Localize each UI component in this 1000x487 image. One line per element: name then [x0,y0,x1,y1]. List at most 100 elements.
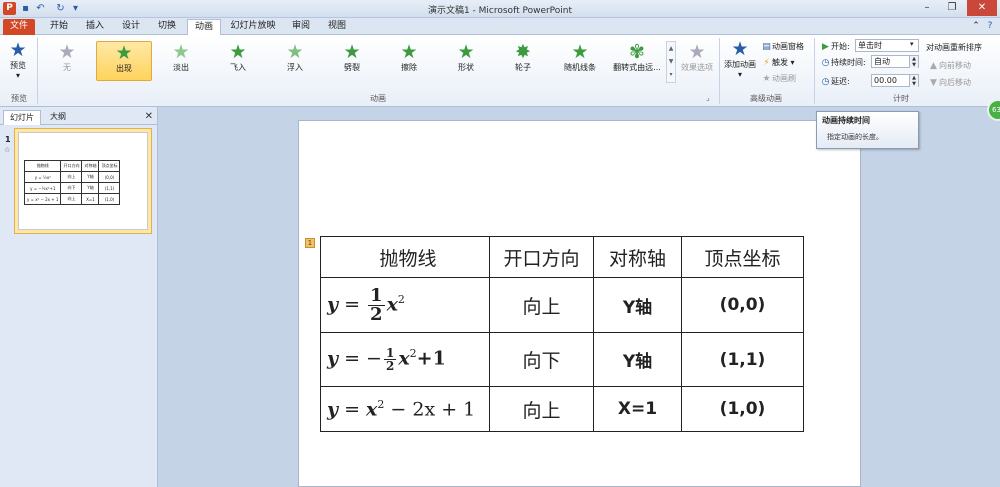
reorder-title: 对动画重新排序 [926,43,982,52]
tab-home[interactable]: 开始 [44,19,74,35]
title-bar: P ▪ ↶ ↻ ▾ 演示文稿1 - Microsoft PowerPoint –… [0,0,1000,18]
duration-label: ◷ 持续时间: [821,58,866,68]
axis-cell: X=1 [593,386,682,432]
equation-cell: y = −1 2 x2+1 [320,332,490,387]
animation-shape[interactable]: ★ 形状 [443,41,489,81]
slide-number: 1 [5,135,11,144]
animation-wipe[interactable]: ★ 擦除 [386,41,432,81]
direction-cell: 向下 [489,332,594,387]
maximize-button[interactable]: ❐ [940,0,964,16]
move-earlier-button[interactable]: ▲ 向前移动 [928,60,971,71]
table-row: y = −1 2 x2+1 向下 Y轴 (1,1) [320,332,804,387]
ribbon-collapse-icon[interactable]: ⌃ [970,19,982,35]
gallery-scroll[interactable]: ▲ ▼ ▾ [666,41,676,83]
tab-slideshow[interactable]: 幻灯片放映 [226,19,280,35]
arrow-up-icon: ▲ [930,61,937,71]
window-title: 演示文稿1 - Microsoft PowerPoint [427,6,573,16]
star-icon: ★ [343,41,361,63]
vertex-cell: (1,1) [681,332,804,387]
header-axis: 对称轴 [593,236,682,278]
vertex-cell: (1,0) [681,386,804,432]
header-parabola: 抛物线 [320,236,490,278]
star-icon: ★ [172,41,190,63]
effect-options-icon: ★ [688,41,706,63]
chevron-down-icon[interactable]: ▾ [910,40,914,48]
tab-transitions[interactable]: 切换 [152,19,182,35]
trigger-button[interactable]: ⚡ 触发 ▾ [761,57,794,68]
star-icon: ✾ [629,41,645,63]
equation-cell: y = x2 − 2x + 1 [320,386,490,432]
clock-icon: ◷ [821,58,830,68]
animation-split[interactable]: ★ 劈裂 [329,41,375,81]
star-icon: ★ [58,41,76,63]
group-separator [814,38,815,104]
axis-cell: Y轴 [593,332,682,387]
panel-tabs: 幻灯片 大纲 ✕ [0,109,158,125]
delay-label: ◷ 延迟: [821,77,850,87]
arrow-down-icon: ▼ [930,78,937,88]
close-panel-icon[interactable]: ✕ [145,111,153,122]
ribbon: ★ 预览 ▾ 预览 ★ 无 ★ 出现 ★ 淡出 ★ 飞入 ★ 浮入 ★ 劈裂 ★… [0,35,1000,107]
move-later-button[interactable]: ▼ 向后移动 [928,77,971,88]
start-label: ▶ 开始: [820,41,850,52]
dialog-launcher-icon[interactable]: ⌟ [706,93,710,102]
tab-animations[interactable]: 动画 [187,19,221,35]
clock-icon: ◷ [821,77,830,87]
effect-options-button[interactable]: ★ 效果选项 [677,41,717,81]
slide-thumbnail[interactable]: 抛物线 开口方向 对称轴 顶点坐标 y = ½x² 向上 Y轴 (0,0) y = −½x²… [14,128,152,234]
animation-pane-button[interactable]: ▤动画窗格 [761,41,804,52]
animation-order-tag[interactable]: 1 [305,238,315,248]
delay-spin-down[interactable]: ▼ [909,81,918,87]
vertex-cell: (0,0) [681,277,804,333]
group-label-preview: 预览 [11,94,27,103]
add-animation-icon: ★ [731,38,749,60]
animation-fade[interactable]: ★ 淡出 [158,41,204,81]
play-icon: ▶ [822,42,829,52]
animation-grow-turn[interactable]: ✾ 翻转式由远... [609,41,665,81]
direction-cell: 向上 [489,277,594,333]
chevron-down-icon: ▾ [15,71,20,80]
add-animation-button[interactable]: ★ 添加动画 ▾ [721,38,759,79]
preview-button[interactable]: ★ 预览 ▾ [2,39,34,80]
close-window-button[interactable]: ✕ [967,0,997,16]
duration-spin-down[interactable]: ▼ [909,62,918,68]
thumbnail-table: 抛物线 开口方向 对称轴 顶点坐标 y = ½x² 向上 Y轴 (0,0) y = −½x²… [23,160,121,205]
lightning-icon: ⚡ [763,58,770,68]
animation-fly-in[interactable]: ★ 飞入 [215,41,261,81]
star-icon: ★ [571,41,589,63]
parabola-table[interactable]: 抛物线 开口方向 对称轴 顶点坐标 y = 1 2 x2 向上 Y轴 (0,0) y… [320,236,804,432]
animation-painter-button[interactable]: ★动画刷 [761,73,796,84]
group-separator [719,38,720,104]
animation-none[interactable]: ★ 无 [44,41,90,81]
pane-icon: ▤ [762,42,771,52]
direction-cell: 向上 [489,386,594,432]
group-label-timing: 计时 [893,94,909,103]
animation-wheel[interactable]: ✸ 轮子 [500,41,546,81]
tab-design[interactable]: 设计 [116,19,146,35]
tab-view[interactable]: 视图 [322,19,352,35]
tooltip-title: 动画持续时间 [822,116,870,125]
group-label-animation: 动画 [370,94,386,103]
slide-animation-marker: ☆ [4,146,11,154]
animation-appear[interactable]: ★ 出现 [96,41,152,81]
help-icon[interactable]: ? [984,19,996,35]
tab-slides[interactable]: 幻灯片 [3,110,41,125]
axis-cell: Y轴 [593,277,682,333]
star-icon: ★ [400,41,418,63]
chevron-down-icon: ▾ [737,70,742,79]
minimize-button[interactable]: – [915,0,939,16]
painter-icon: ★ [762,74,771,84]
tab-insert[interactable]: 插入 [80,19,110,35]
tab-outline[interactable]: 大纲 [44,110,72,125]
group-label-advanced: 高级动画 [750,94,782,103]
animation-random-bars[interactable]: ★ 随机线条 [557,41,603,81]
table-row: y = 1 2 x2 向上 Y轴 (0,0) [320,277,804,333]
animation-float-in[interactable]: ★ 浮入 [272,41,318,81]
star-icon: ★ [457,41,475,63]
tab-file[interactable]: 文件 [3,19,35,35]
tab-review[interactable]: 审阅 [286,19,316,35]
table-row: y = x2 − 2x + 1 向上 X=1 (1,0) [320,386,804,432]
star-icon: ★ [115,42,133,64]
thumbnail-canvas: 抛物线 开口方向 对称轴 顶点坐标 y = ½x² 向上 Y轴 (0,0) y = −½x²… [18,132,148,230]
star-icon: ✸ [515,41,531,63]
